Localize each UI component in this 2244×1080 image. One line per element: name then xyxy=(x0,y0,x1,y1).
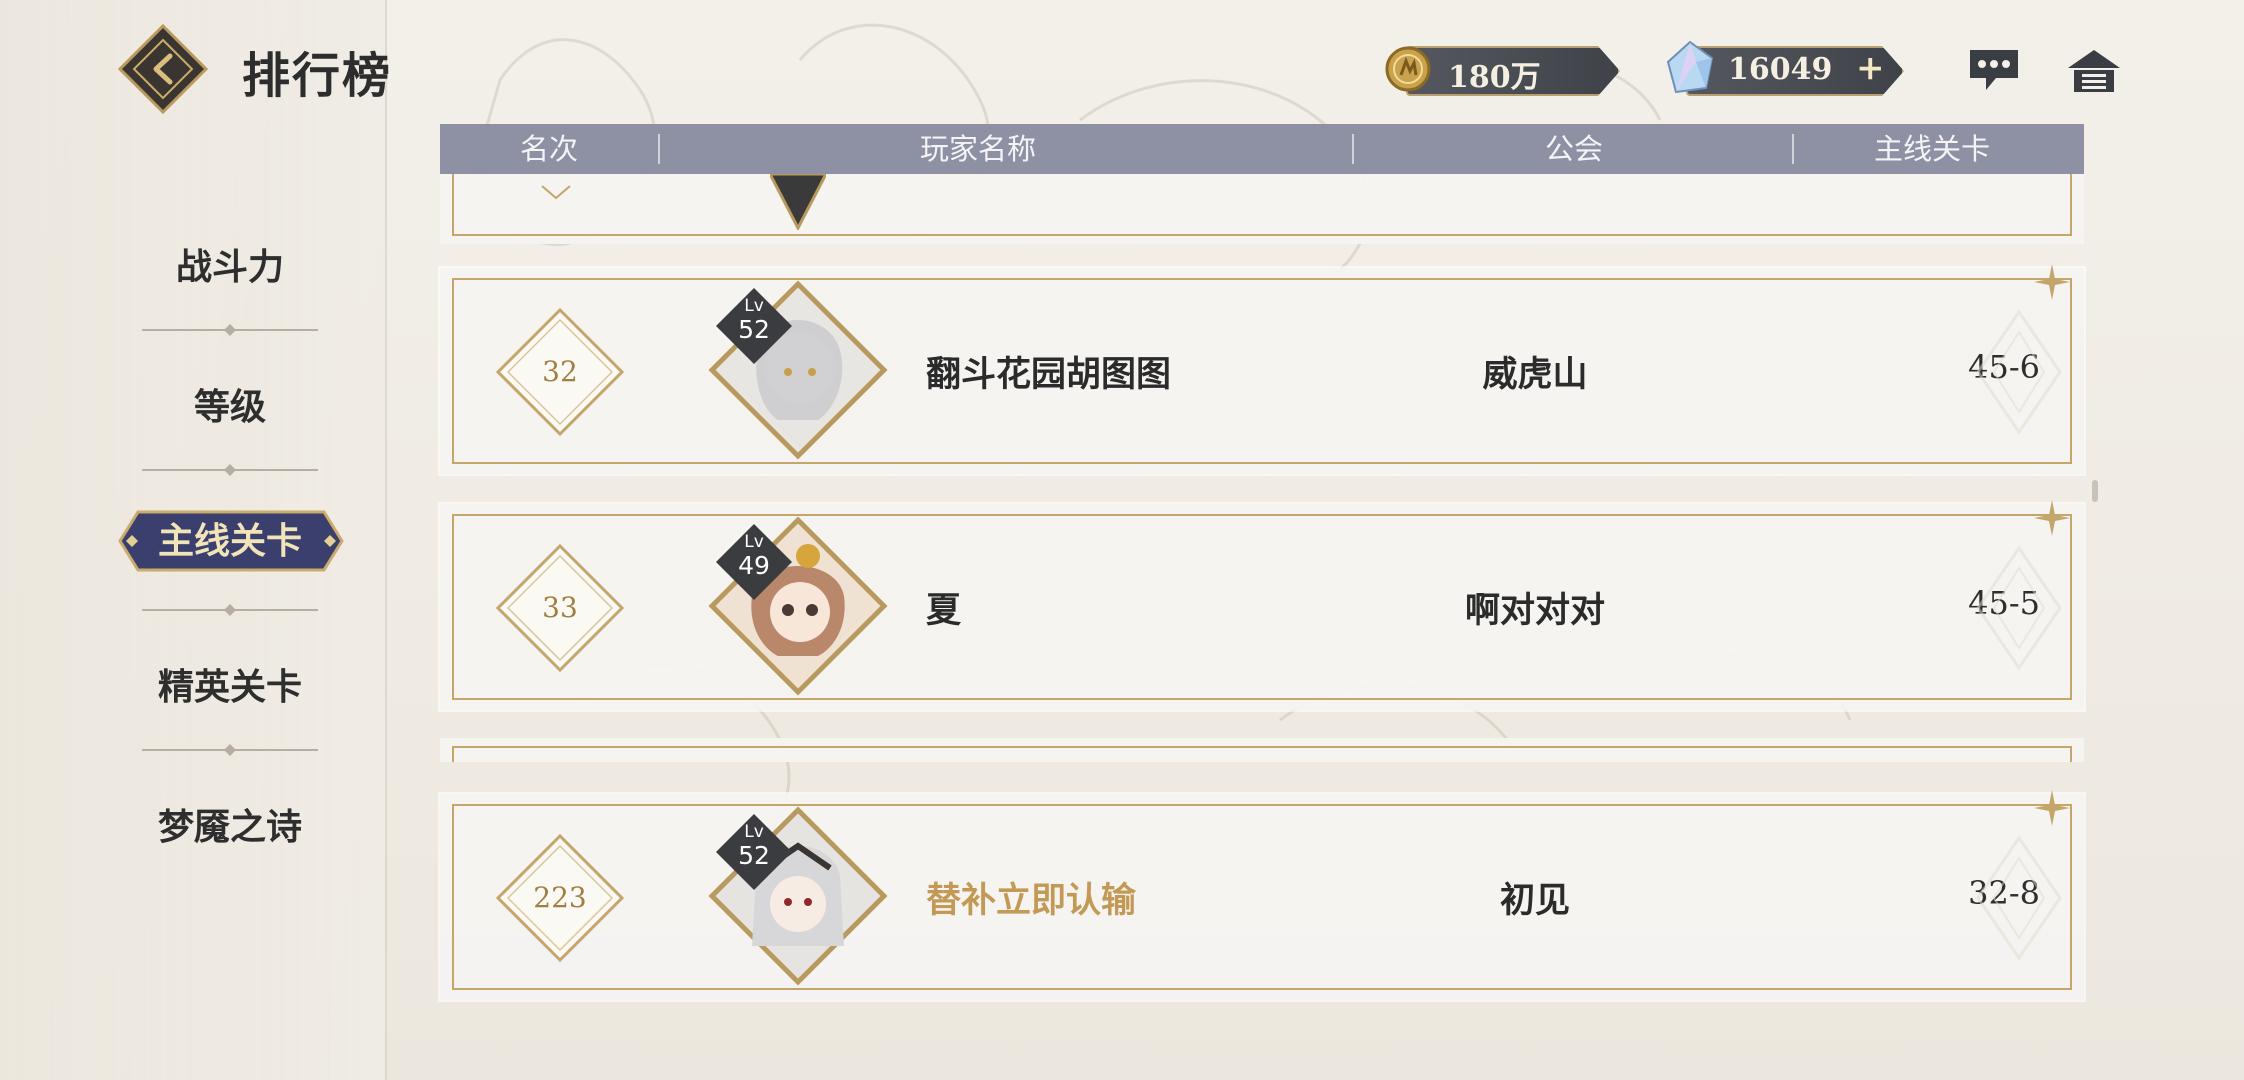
row-decoration xyxy=(1976,309,2062,435)
player-name: 替补立即认输 xyxy=(926,880,1137,921)
avatar-partial xyxy=(770,174,826,230)
level-text: Lv 52 xyxy=(716,822,792,870)
column-rank: 名次 xyxy=(520,132,579,166)
table-row[interactable]: 32 Lv 52 翻斗花园胡图图 威虎山 45-6 xyxy=(440,264,2084,474)
level-value: 52 xyxy=(738,841,770,870)
list-item-partial xyxy=(440,738,2084,762)
player-name: 夏 xyxy=(926,590,962,631)
player-name: 翻斗花园胡图图 xyxy=(926,354,1172,395)
row-frame xyxy=(452,804,2072,990)
gold-currency[interactable]: 180万 xyxy=(1384,46,1624,94)
table-header: 名次 玩家名称 公会 主线关卡 xyxy=(440,124,2084,174)
table-row-self[interactable]: 223 Lv 52 替补立即认输 初见 32-8 xyxy=(440,790,2084,1000)
nav-item-level[interactable]: 等级 xyxy=(0,378,460,430)
guild-name: 啊对对对 xyxy=(1464,590,1605,631)
rank-number: 33 xyxy=(542,591,578,624)
chat-icon[interactable] xyxy=(1966,46,2022,94)
nav-item-combat-power[interactable]: 战斗力 xyxy=(0,238,460,290)
page-title: 排行榜 xyxy=(242,48,393,104)
table-row[interactable]: 33 Lv 49 夏 啊对对对 45-5 xyxy=(440,500,2084,710)
nav-divider xyxy=(142,464,318,476)
nav-item-main-stage[interactable]: 主线关卡 xyxy=(0,510,460,572)
level-text: Lv 49 xyxy=(716,532,792,580)
nav-divider xyxy=(142,324,318,336)
rank-number: 223 xyxy=(533,881,587,914)
nav-divider xyxy=(142,744,318,756)
column-guild: 公会 xyxy=(1545,132,1604,166)
nav-divider xyxy=(142,604,318,616)
level-label: Lv xyxy=(744,822,764,842)
gold-amount: 180万 xyxy=(1448,60,1541,95)
sparkle-icon xyxy=(2034,500,2070,536)
rank-number: 32 xyxy=(542,355,578,388)
list-item-partial xyxy=(440,174,2084,244)
level-value: 49 xyxy=(738,551,770,580)
level-text: Lv 52 xyxy=(716,296,792,344)
gem-currency[interactable]: 16049 + xyxy=(1664,40,1904,94)
row-decoration xyxy=(1976,835,2062,961)
back-icon[interactable] xyxy=(118,24,208,114)
sparkle-icon xyxy=(2034,264,2070,300)
nav-item-elite-stage[interactable]: 精英关卡 xyxy=(0,658,460,710)
plus-icon[interactable]: + xyxy=(1856,48,1885,88)
home-icon[interactable] xyxy=(2066,48,2122,94)
header-separator xyxy=(1352,134,1354,164)
column-main-stage: 主线关卡 xyxy=(1874,132,1991,166)
row-frame xyxy=(452,278,2072,464)
level-value: 52 xyxy=(738,315,770,344)
gem-amount: 16049 xyxy=(1728,52,1833,87)
level-label: Lv xyxy=(744,296,764,316)
header-separator xyxy=(1792,134,1794,164)
row-decoration xyxy=(1976,545,2062,671)
row-frame xyxy=(452,514,2072,700)
guild-name: 威虎山 xyxy=(1482,354,1588,395)
scrollbar[interactable] xyxy=(2092,480,2098,502)
coin-icon xyxy=(1385,46,1431,92)
sparkle-icon xyxy=(2034,790,2070,826)
guild-name: 初见 xyxy=(1499,880,1570,921)
header-separator xyxy=(658,134,660,164)
column-player-name: 玩家名称 xyxy=(920,132,1037,166)
chevron-down-icon xyxy=(541,185,571,200)
gem-icon xyxy=(1666,40,1714,94)
level-label: Lv xyxy=(744,532,764,552)
nav-item-nightmare-poem[interactable]: 梦魇之诗 xyxy=(0,798,460,850)
